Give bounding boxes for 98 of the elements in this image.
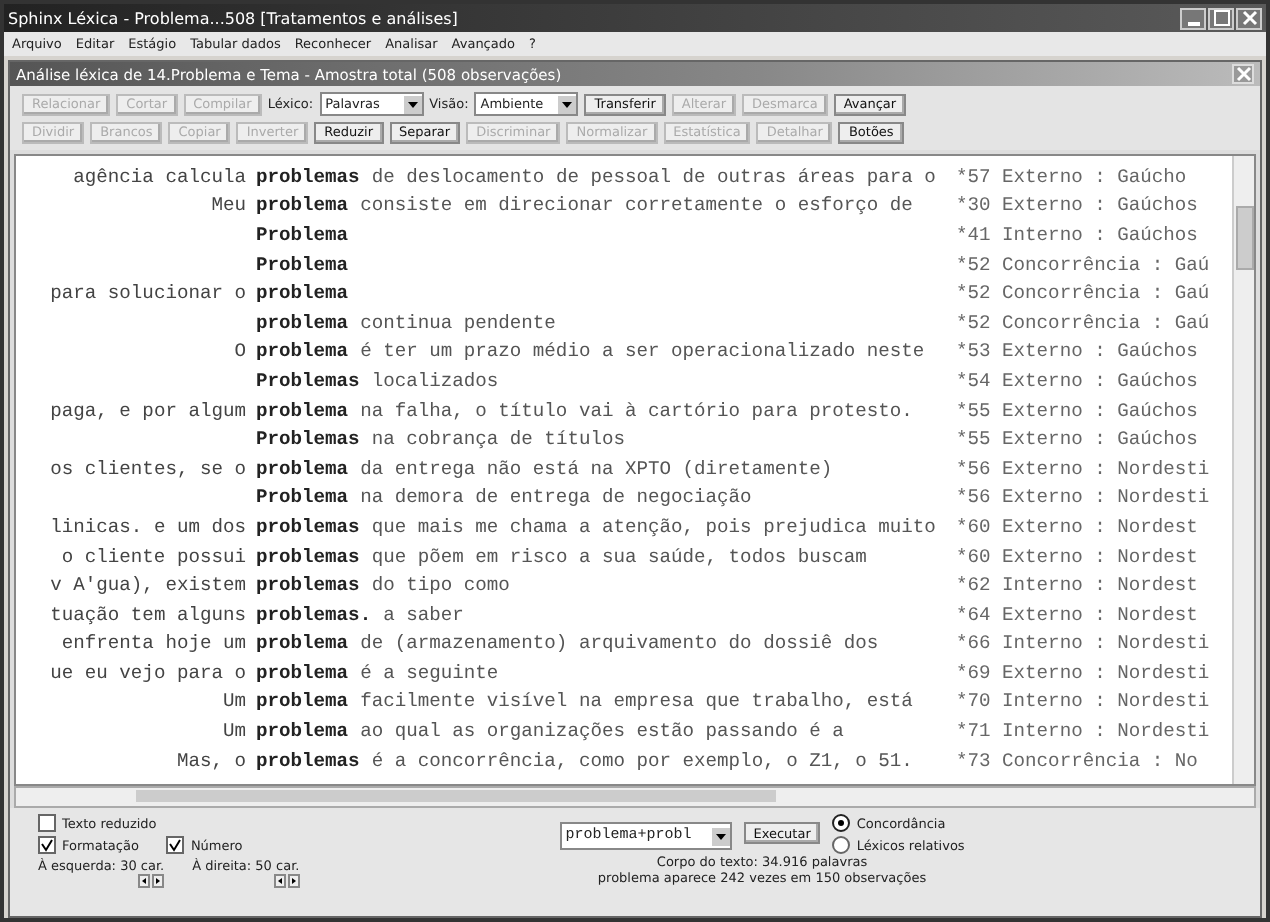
- left-context: agência calcula: [73, 165, 246, 188]
- reference: *54 Externo : Gaúchos: [956, 369, 1200, 392]
- left-context: os clientes, se o: [50, 457, 246, 480]
- maximize-icon: [1213, 10, 1229, 26]
- left-arrow-button[interactable]: [138, 874, 151, 888]
- left-context: tuação tem alguns: [50, 603, 246, 626]
- keyword: Problema: [256, 486, 349, 509]
- close-button[interactable]: [1236, 7, 1262, 29]
- keyword: problema: [256, 720, 349, 743]
- checkbox[interactable]: [38, 814, 56, 832]
- check-icon: [40, 838, 54, 852]
- left-context: Mas, o: [176, 749, 246, 772]
- reference: *66 Interno : Nordesti: [956, 632, 1212, 655]
- close-icon: [1235, 66, 1251, 82]
- keyword: problemas: [256, 165, 360, 188]
- reference: *60 Externo : Nordest: [956, 545, 1200, 568]
- right-arrow-button[interactable]: [287, 874, 300, 888]
- left-context: o cliente possui: [61, 545, 246, 568]
- right-context: é a seguinte: [360, 661, 499, 684]
- reference: *55 Externo : Gaúchos: [956, 428, 1200, 451]
- left-context: Um: [222, 690, 246, 713]
- keyword: problemas: [256, 545, 360, 568]
- caret-icon: [711, 827, 730, 845]
- right-context: a saber: [383, 603, 464, 626]
- reference: *52 Concorrência : Gaú: [956, 253, 1212, 276]
- right-context: que põem em risco a sua saúde, todos buscam: [371, 545, 867, 568]
- keyword: problemas: [256, 515, 360, 538]
- left-context: Um: [222, 720, 246, 743]
- left-context: ue eu vejo para o: [50, 661, 246, 684]
- right-context: ao qual as organizações estão passando é a: [360, 720, 844, 743]
- right-context: consiste em direcionar corretamente o esforço de: [360, 194, 913, 217]
- left-context: Meu: [211, 194, 246, 217]
- keyword: problema: [256, 661, 349, 684]
- vertical-scrollbar[interactable]: [1232, 156, 1254, 784]
- keyword: problemas: [256, 574, 360, 597]
- left-arrow-button[interactable]: [273, 874, 286, 888]
- left-context: v A'gua), existem: [50, 574, 246, 597]
- reference: *56 Externo : Nordesti: [956, 486, 1212, 509]
- right-context: que mais me chama a atenção, pois prejudica muito: [371, 515, 936, 538]
- keyword: Problemas: [256, 369, 360, 392]
- keyword: problema: [256, 457, 349, 480]
- reference: *41 Interno : Gaúchos: [956, 223, 1200, 246]
- right-context: de (armazenamento) arquivamento do dossiê dos: [360, 632, 879, 655]
- right-context: é ter um prazo médio a ser operacionalizado neste: [360, 340, 925, 363]
- checkbox[interactable]: [166, 836, 185, 854]
- right-context: de deslocamento de pessoal de outras áreas para o: [371, 165, 936, 188]
- right-context: localizados: [371, 369, 499, 392]
- right-context: na cobrança de títulos: [371, 428, 625, 451]
- radio-button[interactable]: [832, 836, 851, 854]
- keyword: problema: [256, 282, 349, 305]
- reference: *70 Interno : Nordesti: [956, 690, 1212, 713]
- keyword: problema: [256, 194, 349, 217]
- reference: *69 Externo : Nordesti: [956, 661, 1212, 684]
- reference: *64 Externo : Nordest: [956, 603, 1200, 626]
- reference: *30 Externo : Gaúchos: [956, 194, 1200, 217]
- reference: *62 Interno : Nordest: [956, 574, 1200, 597]
- right-context: continua pendente: [360, 311, 556, 334]
- right-context: na falha, o título vai à cartório para protesto.: [360, 399, 913, 422]
- left-context: linicas. e um dos: [50, 515, 246, 538]
- keyword: problemas: [256, 749, 360, 772]
- keyword: problema: [256, 311, 349, 334]
- reference: *71 Interno : Nordesti: [956, 720, 1212, 743]
- keyword: Problemas: [256, 428, 360, 451]
- reference: *55 Externo : Gaúchos: [956, 399, 1200, 422]
- reference: *73 Concorrência : No: [956, 749, 1200, 772]
- reference: *52 Concorrência : Gaú: [956, 282, 1212, 305]
- maximize-button[interactable]: [1208, 7, 1234, 29]
- reference: *52 Concorrência : Gaú: [956, 311, 1212, 334]
- left-context: paga, e por algum: [50, 399, 246, 422]
- right-context: na demora de entrega de negociação: [360, 486, 752, 509]
- right-context: é a concorrência, como por exemplo, o Z1, o 51.: [371, 749, 913, 772]
- caret-icon: [403, 95, 422, 113]
- minimize-button[interactable]: [1180, 7, 1206, 29]
- reference: *60 Externo : Nordest: [956, 515, 1200, 538]
- right-context: do tipo como: [371, 574, 510, 597]
- keyword: Problema: [256, 223, 349, 246]
- keyword: problemas.: [256, 603, 372, 626]
- close-icon: [1241, 10, 1257, 26]
- window-title: Sphinx Léxica - Problema...508 [Tratamentos e análises]: [8, 9, 458, 27]
- reference: *57 Externo : Gaúcho: [956, 165, 1189, 188]
- check-icon: [168, 838, 183, 852]
- right-context: facilmente visível na empresa que trabalho, está: [360, 690, 913, 713]
- keyword: problema: [256, 690, 349, 713]
- left-context: O: [234, 340, 246, 363]
- keyword: problema: [256, 399, 349, 422]
- horizontal-scrollbar[interactable]: [14, 786, 1256, 808]
- reference: *53 Externo : Gaúchos: [956, 340, 1200, 363]
- left-context: enfrenta hoje um: [61, 632, 246, 655]
- reference: *56 Externo : Nordesti: [956, 457, 1212, 480]
- checkbox[interactable]: [38, 836, 56, 854]
- keyword: problema: [256, 632, 349, 655]
- keyword: Problema: [256, 253, 349, 276]
- right-context: da entrega não está na XPTO (diretamente): [360, 457, 833, 480]
- radio-button[interactable]: [832, 814, 851, 832]
- keyword: problema: [256, 340, 349, 363]
- right-arrow-button[interactable]: [152, 874, 165, 888]
- left-context: para solucionar o: [50, 282, 246, 305]
- caret-icon: [558, 95, 577, 113]
